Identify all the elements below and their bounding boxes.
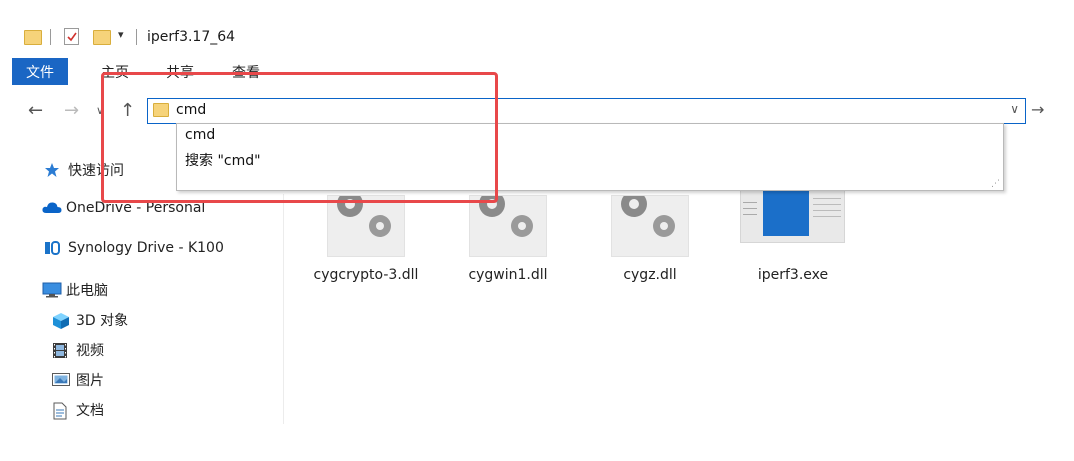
sidebar-item-pictures[interactable]: 图片 xyxy=(52,370,104,390)
properties-icon[interactable] xyxy=(64,28,79,45)
sidebar-item-label: Synology Drive - K100 xyxy=(68,240,224,256)
new-folder-icon[interactable] xyxy=(93,30,111,45)
synology-drive-icon xyxy=(44,240,62,256)
dll-gear-icon[interactable] xyxy=(611,195,689,257)
tab-file[interactable]: 文件 xyxy=(12,58,68,85)
go-button[interactable]: → xyxy=(1031,100,1044,119)
file-name[interactable]: cygwin1.dll xyxy=(428,267,588,283)
pictures-icon xyxy=(52,372,70,388)
cloud-icon xyxy=(42,200,62,216)
pane-divider xyxy=(283,194,284,424)
resize-grip-icon[interactable]: ⋰ xyxy=(991,180,1000,189)
star-icon xyxy=(44,162,62,178)
back-button[interactable]: ← xyxy=(28,100,43,121)
folder-icon xyxy=(24,30,42,45)
sidebar-item-this-pc[interactable]: 此电脑 xyxy=(42,280,108,300)
sidebar-item-label: 文档 xyxy=(76,403,104,419)
highlight-box xyxy=(101,72,498,203)
exe-window-icon[interactable] xyxy=(740,187,845,243)
sidebar-item-3d-objects[interactable]: 3D 对象 xyxy=(52,310,128,330)
file-name[interactable]: iperf3.exe xyxy=(713,267,873,283)
separator xyxy=(136,29,137,45)
documents-icon xyxy=(52,402,70,420)
sidebar-item-label: 图片 xyxy=(76,373,104,389)
dll-gear-icon[interactable] xyxy=(327,195,405,257)
sidebar-item-label: 3D 对象 xyxy=(76,313,129,329)
title-bar: ▾ iperf3.17_64 xyxy=(0,22,1074,52)
sidebar-item-documents[interactable]: 文档 xyxy=(52,400,104,420)
computer-icon xyxy=(42,282,62,298)
sidebar-item-synology-drive[interactable]: Synology Drive - K100 xyxy=(44,240,224,256)
file-name[interactable]: cygcrypto-3.dll xyxy=(286,267,446,283)
3d-objects-icon xyxy=(52,312,70,329)
sidebar-item-label: 视频 xyxy=(76,343,104,359)
sidebar-item-label: 此电脑 xyxy=(66,283,108,299)
file-name[interactable]: cygz.dll xyxy=(570,267,730,283)
dll-gear-icon[interactable] xyxy=(469,195,547,257)
address-dropdown-button[interactable]: ∨ xyxy=(1010,102,1019,116)
separator xyxy=(50,29,51,45)
forward-button[interactable]: → xyxy=(64,100,79,121)
customize-toolbar-icon[interactable]: ▾ xyxy=(118,28,124,41)
video-icon xyxy=(52,342,70,358)
sidebar-item-videos[interactable]: 视频 xyxy=(52,340,104,360)
window-title: iperf3.17_64 xyxy=(147,29,236,45)
